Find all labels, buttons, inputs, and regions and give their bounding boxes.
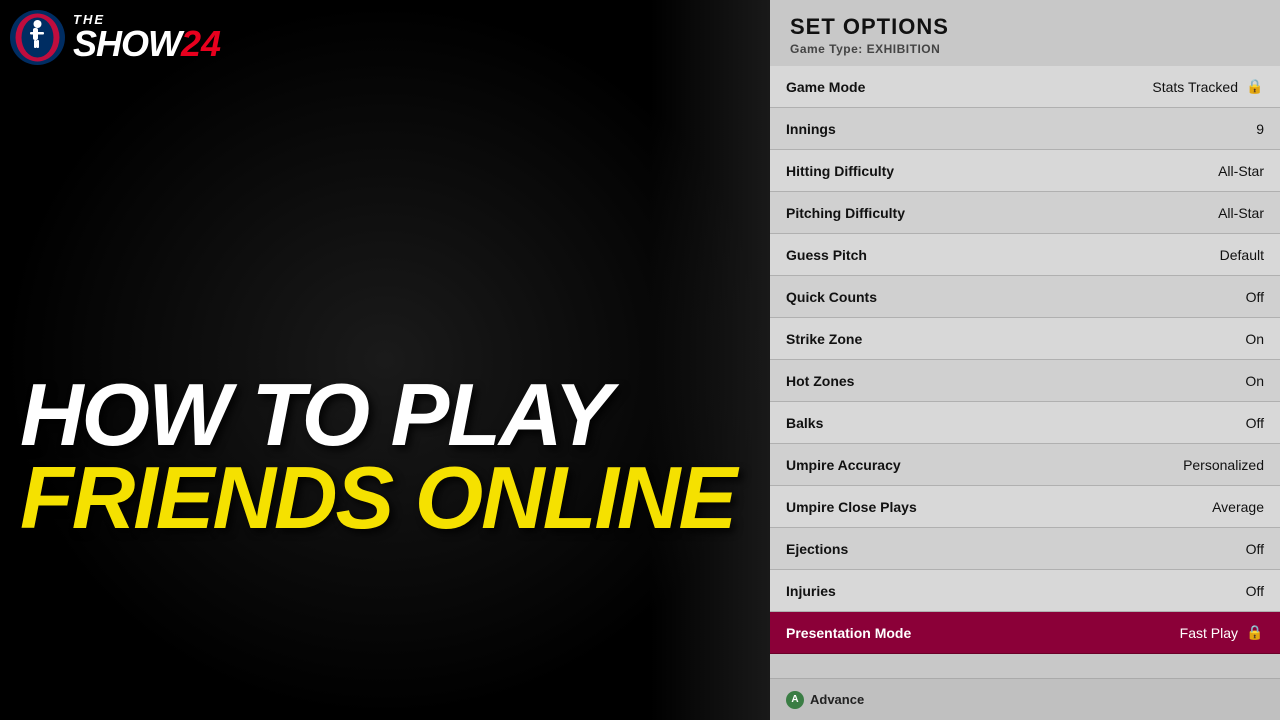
option-row[interactable]: Game Mode Stats Tracked 🔒 [770, 66, 1280, 108]
option-right: Off [1246, 583, 1264, 599]
option-label: Balks [786, 415, 823, 431]
option-row[interactable]: Quick Counts Off [770, 276, 1280, 318]
option-row[interactable]: Pitching Difficulty All-Star [770, 192, 1280, 234]
option-row[interactable]: Guess Pitch Default [770, 234, 1280, 276]
how-to-play-text: HOW TO PLAY [20, 373, 740, 457]
friends-online-text: FRIENDS ONLINE [20, 456, 740, 540]
option-label: Innings [786, 121, 836, 137]
option-right: Off [1246, 415, 1264, 431]
option-label: Game Mode [786, 79, 865, 95]
option-right: Stats Tracked 🔒 [1152, 77, 1264, 97]
option-row[interactable]: Hot Zones On [770, 360, 1280, 402]
show-title: THE SHOW 24 [73, 13, 221, 62]
option-row[interactable]: Strike Zone On [770, 318, 1280, 360]
lock-icon: 🔒 [1246, 623, 1264, 643]
option-row[interactable]: Ejections Off [770, 528, 1280, 570]
set-options-title: SET OPTIONS [790, 14, 1260, 40]
brush-effect [650, 0, 770, 720]
game-type-label: Game Type: EXHIBITION [790, 42, 1260, 56]
mlb-logo: THE SHOW 24 [10, 10, 221, 65]
option-value: Average [1212, 499, 1264, 515]
footer-bar: A Advance [770, 678, 1280, 720]
how-to-play-section: HOW TO PLAY FRIENDS ONLINE [20, 373, 740, 540]
option-label: Hot Zones [786, 373, 854, 389]
right-panel: SET OPTIONS Game Type: EXHIBITION Game M… [770, 0, 1280, 720]
option-row[interactable]: Umpire Accuracy Personalized [770, 444, 1280, 486]
option-label: Umpire Close Plays [786, 499, 917, 515]
option-right: Default [1220, 247, 1264, 263]
advance-button[interactable]: A Advance [786, 691, 864, 709]
option-value: Fast Play [1180, 625, 1238, 641]
option-right: Personalized [1183, 457, 1264, 473]
option-value: Off [1246, 583, 1264, 599]
option-row[interactable]: Presentation Mode Fast Play 🔒 [770, 612, 1280, 654]
option-value: All-Star [1218, 163, 1264, 179]
advance-label: Advance [810, 692, 864, 707]
option-row[interactable]: Umpire Close Plays Average [770, 486, 1280, 528]
set-options-header: SET OPTIONS Game Type: EXHIBITION [770, 0, 1280, 66]
option-row[interactable]: Balks Off [770, 402, 1280, 444]
option-value: On [1245, 331, 1264, 347]
option-label: Presentation Mode [786, 625, 911, 641]
option-row[interactable]: Injuries Off [770, 570, 1280, 612]
option-value: On [1245, 373, 1264, 389]
left-panel: THE SHOW 24 HOW TO PLAY FRIENDS ONLINE [0, 0, 770, 720]
option-row[interactable]: Hitting Difficulty All-Star [770, 150, 1280, 192]
option-value: Personalized [1183, 457, 1264, 473]
option-value: All-Star [1218, 205, 1264, 221]
option-right: On [1245, 331, 1264, 347]
option-value: Default [1220, 247, 1264, 263]
option-right: 9 [1256, 121, 1264, 137]
option-label: Ejections [786, 541, 848, 557]
option-label: Guess Pitch [786, 247, 867, 263]
option-value: 9 [1256, 121, 1264, 137]
show-number: 24 [181, 26, 221, 62]
option-value: Off [1246, 541, 1264, 557]
options-list: Game Mode Stats Tracked 🔒 Innings 9 Hitting D… [770, 66, 1280, 678]
option-label: Hitting Difficulty [786, 163, 894, 179]
option-label: Injuries [786, 583, 836, 599]
option-label: Quick Counts [786, 289, 877, 305]
option-label: Umpire Accuracy [786, 457, 901, 473]
option-right: Off [1246, 289, 1264, 305]
option-value: Off [1246, 415, 1264, 431]
option-value: Off [1246, 289, 1264, 305]
option-label: Pitching Difficulty [786, 205, 905, 221]
option-right: All-Star [1218, 163, 1264, 179]
mlb-shield-icon [10, 10, 65, 65]
option-right: Average [1212, 499, 1264, 515]
option-right: Off [1246, 541, 1264, 557]
option-right: All-Star [1218, 205, 1264, 221]
option-label: Strike Zone [786, 331, 862, 347]
option-value: Stats Tracked [1152, 79, 1238, 95]
a-button-icon: A [786, 691, 804, 709]
show-label: SHOW [73, 28, 181, 60]
option-right: On [1245, 373, 1264, 389]
option-row[interactable]: Innings 9 [770, 108, 1280, 150]
option-right: Fast Play 🔒 [1180, 623, 1264, 643]
lock-icon: 🔒 [1246, 77, 1264, 97]
